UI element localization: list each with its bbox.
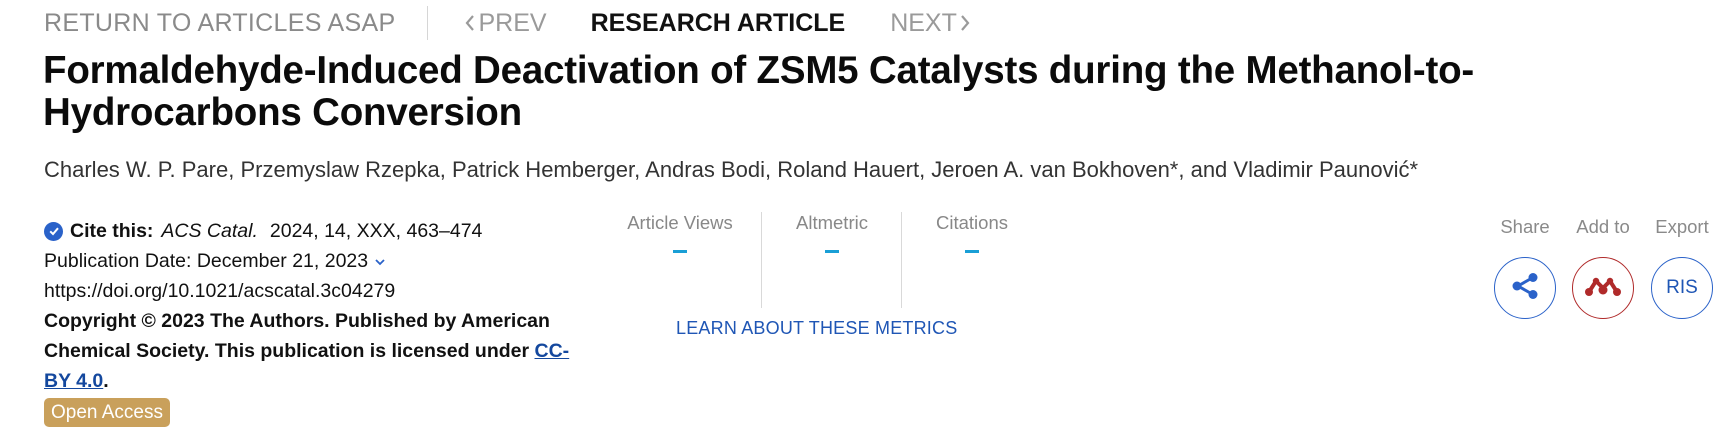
learn-about-metrics-link[interactable]: LEARN ABOUT THESE METRICS [676,318,957,339]
article-type-label: RESEARCH ARTICLE [590,8,846,37]
article-navigation: RETURN TO ARTICLES ASAP PREV RESEARCH AR… [44,4,973,42]
publication-date: Publication Date: December 21, 2023 [44,250,369,272]
metric-citations: Citations [902,212,1042,308]
metric-label: Citations [936,212,1008,233]
next-article-link[interactable]: NEXT [890,9,973,38]
citation-block: Cite this: ACS Catal. 2024, 14, XXX, 463… [44,216,584,427]
publication-date-row[interactable]: Publication Date: December 21, 2023 [44,246,584,276]
doi-link[interactable]: https://doi.org/10.1021/acscatal.3c04279 [44,276,584,306]
metric-label: Article Views [627,212,733,233]
journal-name: ACS Catal. [161,220,258,242]
chevron-down-icon [374,246,386,276]
share-button[interactable] [1494,257,1556,319]
ris-label: RIS [1666,277,1698,298]
export-ris-button[interactable]: RIS [1651,257,1713,319]
next-label: NEXT [890,8,957,37]
open-access-badge: Open Access [44,398,170,427]
nav-divider [427,6,429,40]
metric-value-placeholder [673,250,687,253]
copyright-notice: Copyright © 2023 The Authors. Published … [44,306,584,396]
citation-details: 2024, 14, XXX, 463–474 [269,220,483,242]
prev-label: PREV [478,8,547,37]
prev-article-link[interactable]: PREV [462,8,547,38]
cite-this-label: Cite this: [70,220,154,242]
export-label: Export [1655,216,1709,237]
add-to-mendeley-button[interactable] [1572,257,1634,319]
license-suffix: . [103,370,109,392]
cite-this-row[interactable]: Cite this: ACS Catal. 2024, 14, XXX, 463… [44,216,584,246]
share-icon [1508,269,1542,308]
copyright-text: Copyright © 2023 The Authors. Published … [44,310,550,362]
metric-value-placeholder [965,250,979,253]
metric-altmetric: Altmetric [762,212,902,308]
mendeley-icon [1582,273,1624,304]
check-circle-icon [44,221,63,241]
article-title: Formaldehyde-Induced Deactivation of ZSM… [43,49,1475,134]
author-list[interactable]: Charles W. P. Pare, Przemyslaw Rzepka, P… [44,157,1418,183]
add-to-label: Add to [1576,216,1630,237]
article-metrics: Article Views Altmetric Citations [600,212,1040,312]
chevron-left-icon [462,12,478,34]
share-label: Share [1500,216,1550,237]
metric-value-placeholder [825,250,839,253]
metric-article-views: Article Views [600,212,760,308]
chevron-right-icon [957,12,973,34]
return-to-articles-link[interactable]: RETURN TO ARTICLES ASAP [44,9,395,38]
metric-label: Altmetric [796,212,868,233]
